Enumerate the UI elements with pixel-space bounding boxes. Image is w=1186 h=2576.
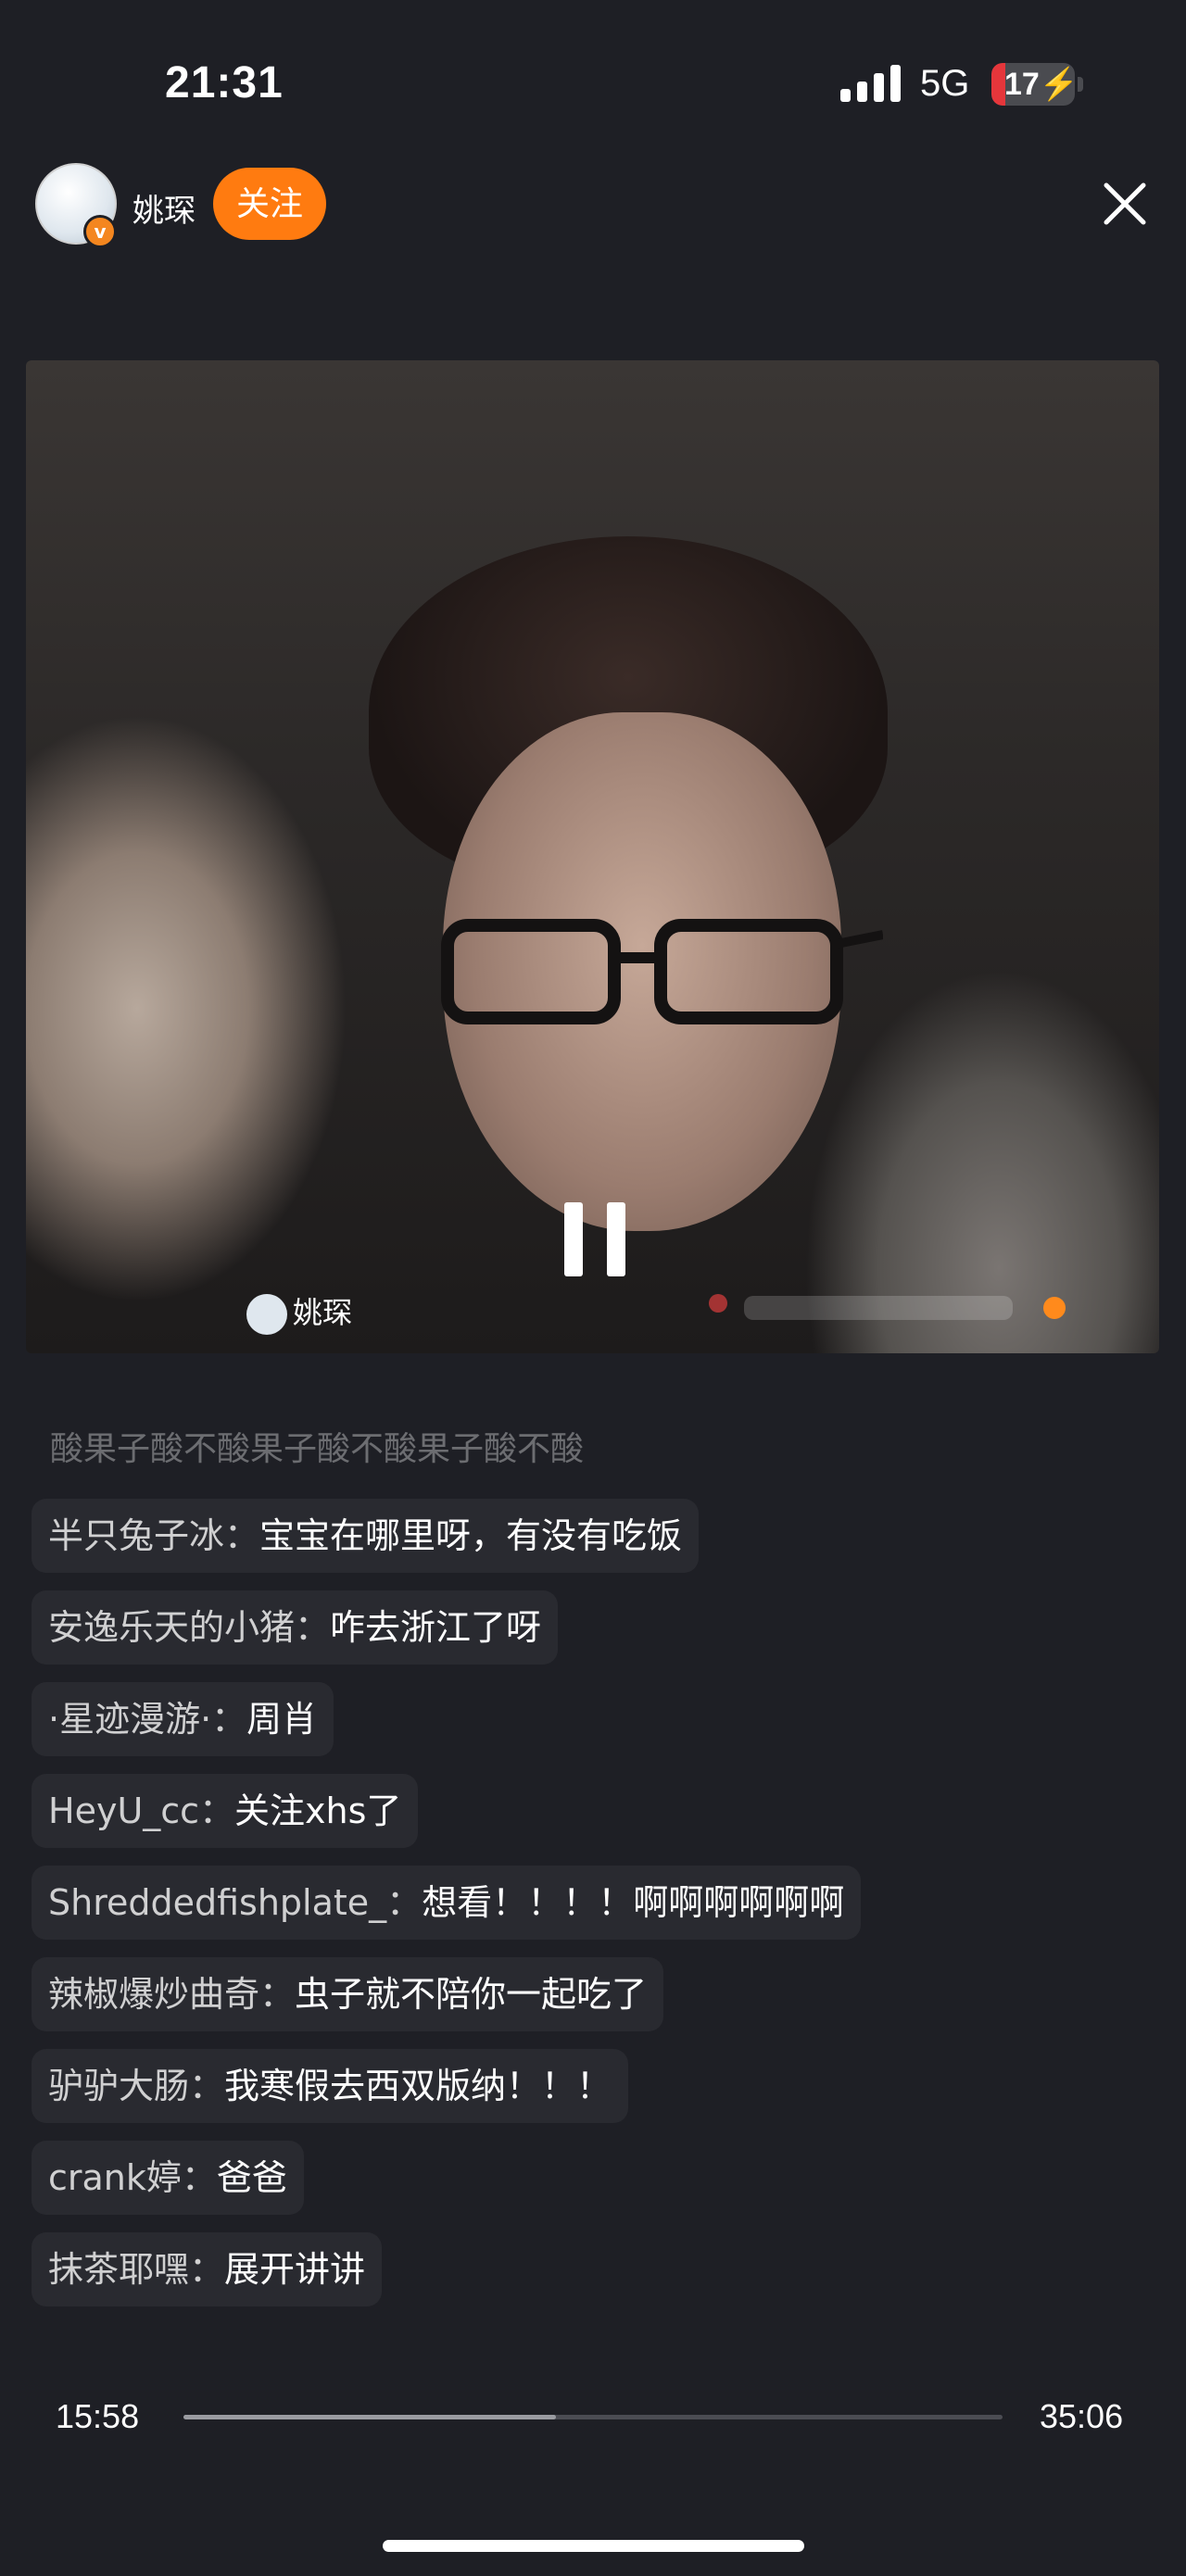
- comment-author: 安逸乐天的小猪：: [48, 1607, 331, 1648]
- status-bar: 21:31 5G 17⚡: [0, 0, 1186, 157]
- comment-author: 半只兔子冰：: [48, 1515, 260, 1556]
- comment-author: 驴驴大肠：: [48, 2066, 225, 2106]
- comment-author: ·星迹漫游·：: [48, 1699, 247, 1740]
- comment-item[interactable]: crank婷：爸爸: [32, 2141, 304, 2215]
- progress-fill: [183, 2415, 557, 2419]
- comment-item[interactable]: ·星迹漫游·：周肖: [32, 1682, 334, 1756]
- watermark-avatar: [246, 1294, 287, 1335]
- battery-percent: 17: [1004, 67, 1040, 102]
- comment-author: 抹茶耶嘿：: [48, 2249, 225, 2290]
- comment-author: HeyU_cc：: [48, 1791, 235, 1831]
- pause-icon[interactable]: [564, 1202, 625, 1276]
- verified-badge-icon: v: [83, 215, 117, 248]
- blurred-watermark: [709, 1294, 1066, 1320]
- comment-author: crank婷：: [48, 2157, 217, 2198]
- comment-text: 关注xhs了: [234, 1791, 402, 1831]
- progress-bar[interactable]: [183, 2415, 1003, 2419]
- video-watermark: 姚琛: [246, 1289, 352, 1335]
- comment-item[interactable]: HeyU_cc：关注xhs了: [32, 1774, 419, 1848]
- comment-author: Shreddedfishplate_：: [48, 1882, 423, 1923]
- comment-item[interactable]: Shreddedfishplate_：想看！！！！啊啊啊啊啊啊: [32, 1866, 862, 1940]
- battery-tip: [1078, 77, 1083, 92]
- faded-comment: 酸果子酸不酸果子酸不酸果子酸不酸: [50, 1430, 585, 1468]
- comment-text: 想看！！！！啊啊啊啊啊啊: [422, 1882, 845, 1923]
- watermark-name: 姚琛: [293, 1295, 353, 1330]
- comment-author: 辣椒爆炒曲奇：: [48, 1974, 296, 2015]
- comment-text: 咋去浙江了呀: [330, 1607, 542, 1648]
- battery-icon: 17⚡: [991, 63, 1075, 106]
- network-type: 5G: [920, 63, 970, 104]
- comment-text: 周肖: [246, 1699, 318, 1740]
- close-icon[interactable]: [1097, 176, 1153, 232]
- comment-item[interactable]: 辣椒爆炒曲奇：虫子就不陪你一起吃了: [32, 1957, 664, 2031]
- home-indicator[interactable]: [383, 2540, 804, 2552]
- current-time: 15:58: [56, 2397, 140, 2435]
- video-frame-glasses: [441, 919, 883, 1024]
- comment-item[interactable]: 安逸乐天的小猪：咋去浙江了呀: [32, 1590, 559, 1665]
- comment-item[interactable]: 半只兔子冰：宝宝在哪里呀，有没有吃饭: [32, 1499, 700, 1573]
- comment-text: 我寒假去西双版纳！！！: [224, 2066, 612, 2106]
- comment-text: 爸爸: [216, 2157, 287, 2198]
- comment-item[interactable]: 驴驴大肠：我寒假去西双版纳！！！: [32, 2049, 629, 2123]
- comment-text: 宝宝在哪里呀，有没有吃饭: [259, 1515, 683, 1556]
- status-time: 21:31: [165, 58, 284, 107]
- video-player[interactable]: 姚琛: [26, 360, 1159, 1353]
- comment-text: 展开讲讲: [224, 2249, 366, 2290]
- streamer-name[interactable]: 姚琛: [132, 185, 196, 231]
- comment-text: 虫子就不陪你一起吃了: [295, 1974, 648, 2015]
- cellular-signal-icon: [840, 65, 902, 102]
- total-duration: 35:06: [1040, 2397, 1124, 2435]
- charging-bolt-icon: ⚡: [1039, 67, 1075, 102]
- follow-button[interactable]: 关注: [213, 168, 326, 240]
- comment-item[interactable]: 抹茶耶嘿：展开讲讲: [32, 2232, 383, 2306]
- battery-level: [991, 63, 1006, 106]
